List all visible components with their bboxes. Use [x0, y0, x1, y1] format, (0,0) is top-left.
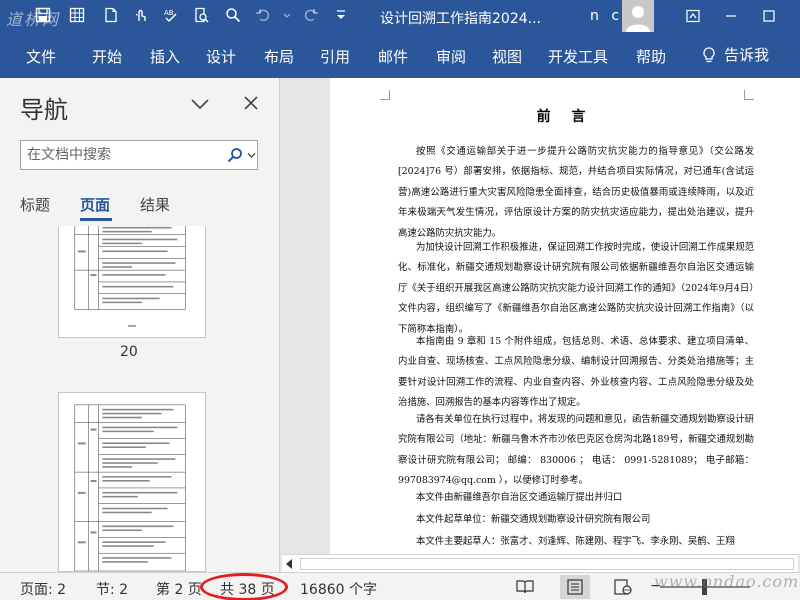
status-section[interactable]: 节: 2 [96, 579, 128, 599]
touch-mode-icon[interactable] [130, 4, 152, 26]
undo-dropdown-icon[interactable] [276, 4, 298, 26]
tab-file[interactable]: 文件 [26, 46, 56, 67]
ribbon-tabs: 文件 开始 插入 设计 布局 引用 邮件 审阅 视图 开发工具 帮助 告诉我 [0, 34, 800, 78]
book-icon [516, 580, 534, 594]
horizontal-scrollbar[interactable] [282, 554, 798, 572]
close-icon[interactable] [242, 94, 260, 112]
tab-view[interactable]: 视图 [492, 46, 522, 67]
page-thumbnail[interactable] [58, 392, 206, 572]
status-page[interactable]: 页面: 2 [20, 579, 66, 599]
page-thumbnail-content [74, 226, 186, 327]
page-thumbnail[interactable] [58, 226, 206, 338]
document-title: 设计回溯工作指南2024... [380, 11, 541, 27]
tab-insert[interactable]: 插入 [150, 46, 180, 67]
paragraph: 为加快设计回溯工作积极推进，保证回溯工作按时完成，使设计回溯工作成果规范化、标准… [398, 242, 754, 335]
thumbnail-page-number: 20 [120, 344, 138, 360]
search-input[interactable] [27, 145, 217, 165]
chevron-down-icon[interactable] [247, 151, 256, 160]
document-page[interactable]: 前 言 按照《交通运输部关于进一步提升公路防灾抗灾能力的指导意见》（交公路发[2… [330, 78, 800, 554]
search-icon[interactable] [227, 147, 243, 163]
nav-search-box [20, 140, 258, 170]
print-layout-button[interactable] [560, 575, 590, 599]
web-layout-icon [614, 579, 632, 595]
maximize-icon[interactable] [750, 0, 788, 32]
margin-mark [744, 90, 754, 100]
tab-references[interactable]: 引用 [320, 46, 350, 67]
svg-text:AB: AB [164, 9, 174, 17]
paragraph: 请各有关单位在执行过程中，将发现的问题和意见，函告新疆交通规划勘察设计研究院有限… [398, 414, 754, 487]
tab-review[interactable]: 审阅 [436, 46, 466, 67]
active-tab-indicator [80, 218, 112, 221]
print-preview-icon[interactable] [190, 4, 212, 26]
paragraph: 本文件由新疆维吾尔自治区交通运输厅提出并归口 [416, 492, 623, 503]
save-icon[interactable] [32, 4, 54, 26]
chevron-down-icon[interactable] [190, 96, 210, 112]
tab-help[interactable]: 帮助 [636, 46, 666, 67]
paragraph: 本文件起草单位：新疆交通规划勘察设计研究院有限公司 [416, 514, 651, 525]
avatar[interactable] [622, 0, 654, 32]
tab-mailings[interactable]: 邮件 [378, 46, 408, 67]
scroll-left-icon[interactable] [286, 559, 292, 569]
tab-layout[interactable]: 布局 [264, 46, 294, 67]
web-layout-button[interactable] [608, 575, 638, 599]
scrollbar-track[interactable] [300, 558, 794, 570]
tab-developer[interactable]: 开发工具 [548, 46, 608, 67]
status-page-of[interactable]: 第 2 页 [156, 579, 202, 599]
new-document-icon[interactable] [100, 4, 122, 26]
page-thumbnail-content [74, 404, 186, 571]
read-mode-button[interactable] [510, 575, 540, 599]
ribbon-display-icon[interactable] [674, 0, 712, 32]
margin-mark [380, 90, 390, 100]
search-icon[interactable] [222, 4, 244, 26]
redo-icon[interactable] [300, 4, 322, 26]
customize-toolbar-icon[interactable] [330, 4, 352, 26]
page-layout-icon [567, 579, 583, 595]
lightbulb-icon [703, 46, 715, 62]
paragraph: 本文件主要起草人：张富才、刘逢辉、陈建刚、程宇飞、李永刚、吴鹤、王翔 [416, 536, 735, 547]
grid-icon[interactable] [66, 4, 88, 26]
watermark: www.ondao.com [654, 572, 800, 591]
undo-icon[interactable] [252, 4, 274, 26]
nav-tab-headings[interactable]: 标题 [20, 194, 50, 215]
tab-home[interactable]: 开始 [92, 46, 122, 67]
navigation-pane: 导航 标题 页面 结果 [0, 78, 280, 572]
paragraph: 本指南由 9 章和 15 个附件组成，包括总则、术语、总体要求、建立项目清单、内… [398, 336, 754, 409]
paragraph: 按照《交通运输部关于进一步提升公路防灾抗灾能力的指导意见》（交公路发[2024]… [398, 146, 754, 239]
tell-me-label: 告诉我 [724, 46, 770, 64]
page-thumbnails: 20 [0, 226, 280, 572]
status-word-count[interactable]: 16860 个字 [300, 579, 377, 599]
page-heading: 前 言 [536, 109, 594, 125]
user-name[interactable]: n c [590, 8, 623, 24]
spelling-check-icon[interactable]: AB [160, 4, 182, 26]
tell-me-box[interactable]: 告诉我 [700, 44, 769, 65]
document-area: 前 言 按照《交通运输部关于进一步提升公路防灾抗灾能力的指导意见》（交公路发[2… [280, 78, 800, 572]
minimize-icon[interactable] [712, 0, 750, 32]
title-bar: 道桥网 AB 设计回溯工作指南2024... n c [0, 0, 800, 34]
nav-tab-results[interactable]: 结果 [140, 194, 170, 215]
nav-tab-pages[interactable]: 页面 [80, 194, 110, 215]
highlight-circle [200, 573, 288, 600]
nav-title: 导航 [20, 96, 68, 124]
tab-design[interactable]: 设计 [206, 46, 236, 67]
